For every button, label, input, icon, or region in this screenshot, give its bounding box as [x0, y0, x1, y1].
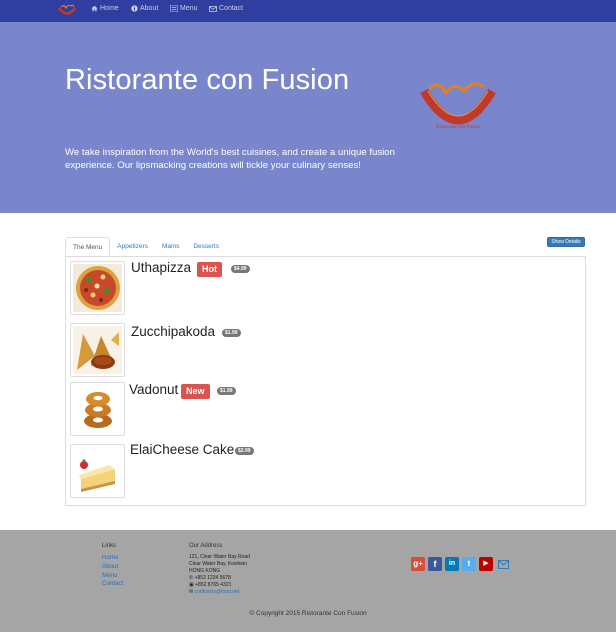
nav-menu-label: Menu	[180, 5, 198, 12]
address-line: HONG KONG	[189, 568, 221, 574]
address-line: Clear Water Bay, Kowloon	[189, 561, 248, 567]
facebook-icon[interactable]: f	[428, 557, 442, 571]
brand-logo[interactable]	[57, 3, 77, 18]
tab-the-menu[interactable]: The Menu	[65, 237, 111, 256]
dish-name-elaicheese-cake: ElaiCheese Cake	[130, 442, 235, 457]
footer-address-heading: Our Address	[189, 543, 223, 549]
twitter-icon[interactable]: t	[462, 557, 476, 571]
nav-contact-label: Contact	[219, 5, 244, 12]
svg-text:Ristorante con Fusion: Ristorante con Fusion	[436, 125, 480, 130]
price-badge: $2.99	[235, 447, 254, 455]
footer-link-menu[interactable]: Menu	[102, 572, 117, 579]
home-icon	[91, 5, 98, 12]
nav-contact[interactable]: Contact	[209, 5, 243, 12]
nav-about[interactable]: About	[131, 5, 158, 12]
mail-icon[interactable]	[498, 560, 509, 569]
nav-home-label: Home	[100, 5, 119, 12]
fax-row: ▣ +852 8765 4321	[189, 582, 231, 589]
footer-email-link[interactable]: confusion@food.net	[195, 589, 240, 595]
dish-image-uthapizza[interactable]	[70, 261, 125, 315]
menu-tabs: The Menu Appetizers Mains Desserts	[65, 237, 226, 256]
show-details-button[interactable]: Show Details	[547, 237, 585, 247]
linkedin-icon[interactable]: in	[445, 557, 459, 571]
envelope-icon	[209, 5, 217, 12]
dish-name-uthapizza: Uthapizza	[131, 260, 192, 275]
dish-name-zucchipakoda: Zucchipakoda	[131, 324, 216, 339]
dish-image-vadonut[interactable]	[70, 382, 125, 436]
footer-link-home[interactable]: Home	[102, 554, 119, 561]
email-row: ✉ confusion@food.net	[189, 589, 239, 596]
dish-name-vadonut: Vadonut	[129, 382, 179, 397]
phone-number: +852 1234 5678	[194, 575, 231, 581]
price-badge: $4.99	[231, 265, 250, 273]
tab-appetizers[interactable]: Appetizers	[110, 237, 155, 256]
footer-link-contact[interactable]: Contact	[102, 580, 123, 587]
restaurant-logo: Ristorante con Fusion	[420, 82, 496, 130]
address-line: 121, Clear Water Bay Road	[189, 554, 250, 560]
jumbotron: Ristorante con Fusion We take inspiratio…	[0, 22, 616, 213]
info-circle-icon	[131, 5, 138, 12]
envelope-icon: ✉	[189, 589, 194, 595]
tab-mains[interactable]: Mains	[155, 237, 186, 256]
site-tagline: We take inspiration from the World's bes…	[65, 147, 395, 171]
menu-tab-pane	[65, 256, 586, 506]
copyright: © Copyright 2015 Ristorante Con Fusion	[249, 610, 367, 617]
footer-links-heading: Links	[102, 543, 117, 549]
price-badge: $1.99	[217, 387, 236, 395]
phone-icon: ✆	[189, 575, 194, 581]
label-hot: Hot	[197, 262, 222, 277]
site-title: Ristorante con Fusion	[65, 64, 350, 96]
tab-desserts[interactable]: Desserts	[186, 237, 226, 256]
fax-icon: ▣	[189, 582, 194, 588]
dish-image-zucchipakoda[interactable]	[70, 323, 125, 377]
nav-home[interactable]: Home	[91, 5, 119, 12]
nav-about-label: About	[140, 5, 159, 12]
phone-row: ✆ +852 1234 5678	[189, 575, 231, 582]
footer-link-about[interactable]: About	[102, 563, 118, 570]
youtube-icon[interactable]: ▶	[479, 557, 493, 571]
label-new: New	[181, 384, 210, 399]
dish-image-elaicheese-cake[interactable]	[70, 444, 125, 498]
nav-menu[interactable]: Menu	[170, 5, 198, 12]
fax-number: +852 8765 4321	[195, 582, 232, 588]
google-plus-icon[interactable]: g+	[411, 557, 425, 571]
price-badge: $1.99	[222, 329, 241, 337]
navbar: Home About Menu Contact	[0, 0, 616, 22]
list-icon	[170, 5, 178, 12]
